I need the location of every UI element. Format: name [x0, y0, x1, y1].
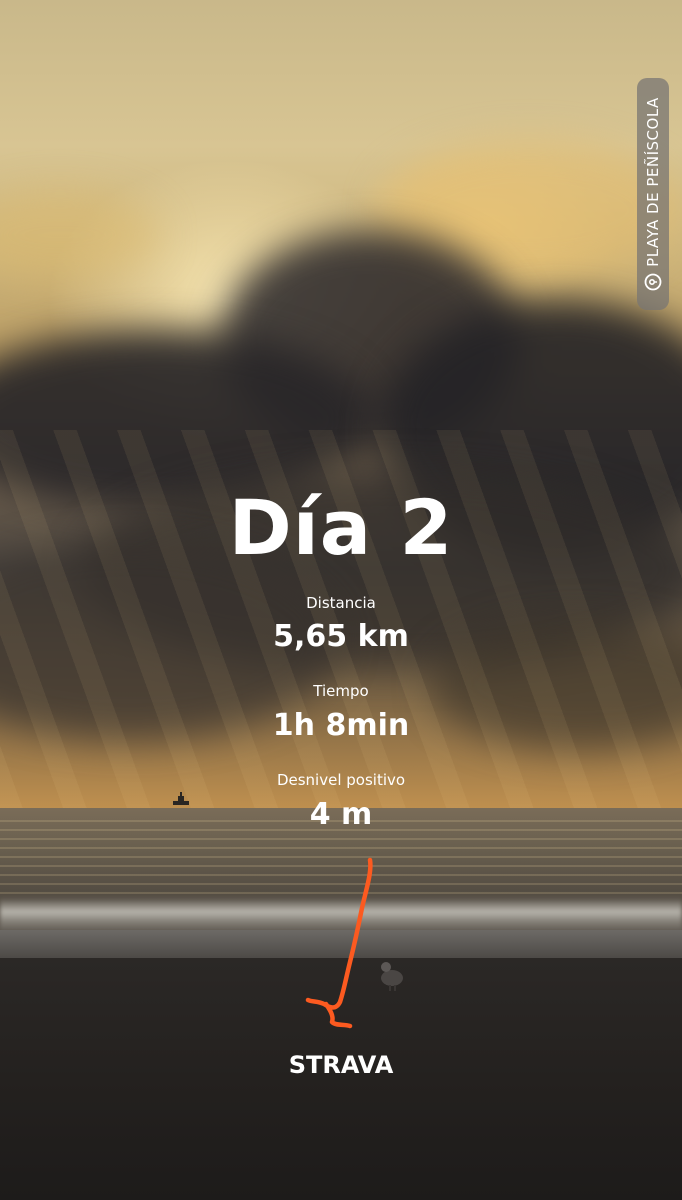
route-map-icon — [305, 857, 373, 1029]
distance-value: 5,65 km — [273, 619, 409, 654]
location-name: PLAYA DE PEÑÍSCOLA — [644, 97, 662, 267]
time-value: 1h 8min — [272, 708, 410, 743]
elevation-gain-label: Desnivel positivo — [276, 771, 406, 789]
distance-label: Distancia — [306, 594, 376, 612]
story-canvas: PLAYA DE PEÑÍSCOLA Día 2 Distancia 5,65 … — [0, 0, 682, 1200]
strava-logo: STRAVA — [288, 1051, 394, 1079]
location-pin-icon — [644, 273, 662, 291]
location-sticker-content: PLAYA DE PEÑÍSCOLA — [637, 78, 669, 310]
activity-title: Día 2 — [228, 483, 454, 572]
elevation-gain-value: 4 m — [309, 797, 373, 832]
time-label: Tiempo — [313, 682, 369, 700]
location-sticker[interactable]: PLAYA DE PEÑÍSCOLA — [637, 78, 669, 310]
